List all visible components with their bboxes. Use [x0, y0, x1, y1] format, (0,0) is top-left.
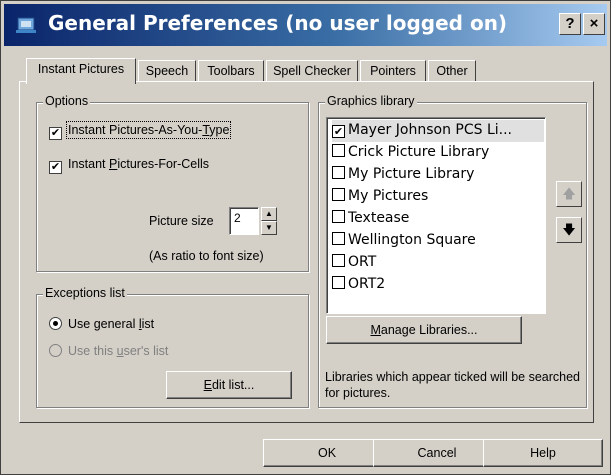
help-button[interactable]: Help: [483, 439, 603, 467]
use-users-list-radio[interactable]: Use this user's list: [49, 344, 168, 358]
ratio-note: (As ratio to font size): [149, 249, 264, 263]
manage-libraries-button[interactable]: Manage Libraries...: [326, 316, 522, 344]
library-name: My Pictures: [348, 188, 429, 204]
tab-pointers[interactable]: Pointers: [360, 60, 426, 82]
button-accesskey: M: [370, 323, 381, 337]
close-icon[interactable]: ×: [583, 13, 605, 35]
exceptions-group-title: Exceptions list: [43, 286, 127, 300]
window-title: General Preferences (no user logged on): [48, 11, 508, 35]
library-name: ORT2: [348, 276, 386, 292]
tab-instant-pictures[interactable]: Instant Pictures: [26, 58, 136, 84]
radio-label: Use general: [68, 317, 139, 331]
use-general-list-radio[interactable]: Use general list: [49, 317, 154, 331]
preferences-dialog: General Preferences (no user logged on) …: [0, 0, 611, 475]
radio-label: Use this: [68, 344, 117, 358]
library-checkbox[interactable]: [332, 254, 345, 267]
instant-pictures-as-you-type-checkbox[interactable]: ✔ Instant Pictures-As-You-Type: [49, 121, 232, 140]
instant-pictures-for-cells-checkbox[interactable]: ✔ Instant Pictures-For-Cells: [49, 157, 209, 174]
tab-other[interactable]: Other: [428, 60, 476, 82]
radio-button[interactable]: [49, 317, 62, 330]
tab-speech[interactable]: Speech: [138, 60, 196, 82]
libraries-note: Libraries which appear ticked will be se…: [325, 370, 580, 400]
up-arrow-icon[interactable]: 🡅: [556, 181, 582, 207]
button-label: dit list...: [211, 378, 255, 392]
help-icon[interactable]: ?: [559, 13, 581, 35]
library-name: Wellington Square: [348, 232, 476, 248]
down-arrow-icon[interactable]: 🡇: [556, 217, 582, 243]
graphics-library-group-title: Graphics library: [325, 94, 417, 108]
tab-toolbars[interactable]: Toolbars: [198, 60, 264, 82]
speech-window-icon: [16, 17, 36, 33]
library-checkbox[interactable]: [332, 276, 345, 289]
library-item[interactable]: My Pictures: [332, 186, 544, 208]
cancel-button[interactable]: Cancel: [373, 439, 501, 467]
library-item[interactable]: Textease: [332, 208, 544, 230]
library-item[interactable]: ORT: [332, 252, 544, 274]
options-group-title: Options: [43, 94, 91, 108]
ok-button[interactable]: OK: [263, 439, 391, 467]
library-checkbox[interactable]: [332, 188, 345, 201]
library-name: Crick Picture Library: [348, 144, 490, 160]
checkbox-label-end: ype: [209, 123, 230, 137]
library-item[interactable]: ORT2: [332, 274, 544, 296]
library-item[interactable]: My Picture Library: [332, 164, 544, 186]
library-checkbox[interactable]: [332, 232, 345, 245]
checkbox-label: Instant: [68, 157, 109, 171]
title-bar[interactable]: General Preferences (no user logged on) …: [4, 4, 607, 46]
radio-button[interactable]: [49, 344, 62, 357]
library-name: ORT: [348, 254, 377, 270]
button-accesskey: E: [203, 378, 212, 392]
library-checkbox[interactable]: [332, 166, 345, 179]
checkbox-label-end: ictures-For-Cells: [117, 157, 210, 171]
spin-up-icon[interactable]: ▲: [261, 207, 277, 221]
library-checkbox[interactable]: [332, 210, 345, 223]
checkbox-label: Instant Pictures-As-You-: [68, 123, 203, 137]
radio-accesskey: u: [116, 344, 124, 358]
library-item[interactable]: Crick Picture Library: [332, 142, 544, 164]
button-label: anage Libraries...: [380, 323, 478, 337]
checkbox-box[interactable]: ✔: [49, 127, 62, 140]
library-checkbox[interactable]: ✔: [332, 125, 345, 138]
checkbox-box[interactable]: ✔: [49, 161, 62, 174]
library-item[interactable]: Wellington Square: [332, 230, 544, 252]
library-list[interactable]: ✔ Mayer Johnson PCS Li... Crick Picture L…: [326, 117, 546, 314]
library-name: Mayer Johnson PCS Li...: [348, 122, 512, 138]
library-item[interactable]: ✔ Mayer Johnson PCS Li...: [332, 120, 544, 142]
spin-down-icon[interactable]: ▼: [261, 221, 277, 235]
radio-label-end: ser's list: [123, 344, 169, 358]
library-name: My Picture Library: [348, 166, 475, 182]
radio-label-end: ist: [141, 317, 155, 331]
picture-size-label: Picture size: [149, 214, 214, 228]
edit-list-button[interactable]: Edit list...: [166, 371, 292, 399]
library-checkbox[interactable]: [332, 144, 345, 157]
tab-spell-checker[interactable]: Spell Checker: [266, 60, 358, 82]
picture-size-input[interactable]: 2: [229, 207, 259, 235]
library-name: Textease: [348, 210, 410, 226]
